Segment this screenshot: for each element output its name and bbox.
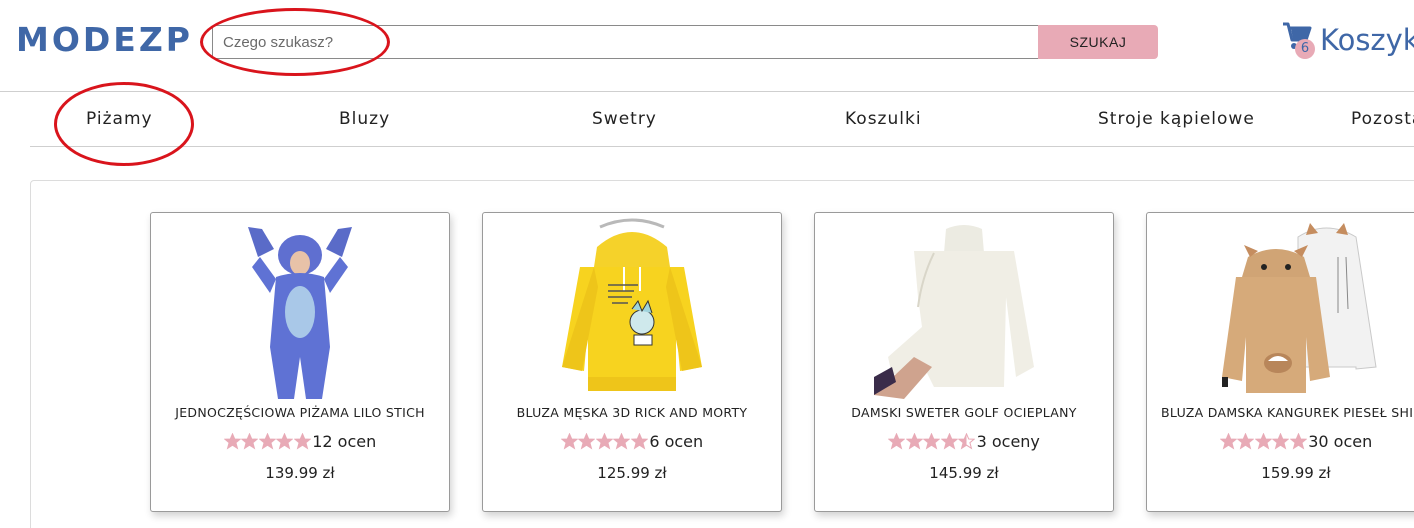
rating-stars	[888, 433, 976, 450]
product-name[interactable]: BLUZA MĘSKA 3D RICK AND MORTY	[483, 405, 781, 420]
shiba-hoodie-image	[1206, 217, 1386, 399]
star-icon	[1272, 433, 1290, 450]
product-price: 139.99 zł	[265, 464, 335, 482]
product-card[interactable]: BLUZA DAMSKA KANGUREK PIESEŁ SHIBA 30 oc…	[1146, 212, 1414, 512]
product-rating: 12 ocen	[151, 432, 449, 451]
site-logo[interactable]: MODEZP	[16, 20, 193, 59]
cart-button[interactable]: 6 Koszyk	[1282, 20, 1414, 60]
nav-item-pizamy[interactable]: Piżamy	[86, 109, 153, 129]
product-rating: 3 oceny	[815, 432, 1113, 451]
star-icon	[940, 433, 958, 450]
star-icon	[905, 433, 923, 450]
nav-item-koszulki[interactable]: Koszulki	[845, 109, 922, 129]
rating-stars	[1219, 433, 1308, 450]
search-button[interactable]: SZUKAJ	[1038, 25, 1158, 59]
product-card[interactable]: BLUZA MĘSKA 3D RICK AND MORTY 6 ocen 125…	[482, 212, 782, 512]
star-icon	[1219, 433, 1237, 450]
star-icon	[578, 433, 596, 450]
rating-count: 12 ocen	[312, 432, 377, 451]
product-card[interactable]: JEDNOCZĘŚCIOWA PIŻAMA LILO STICH 12 ocen…	[150, 212, 450, 512]
rating-count: 6 ocen	[649, 432, 704, 451]
star-icon	[630, 433, 648, 450]
rating-count: 3 oceny	[976, 432, 1040, 451]
star-icon	[1289, 433, 1307, 450]
product-name[interactable]: DAMSKI SWETER GOLF OCIEPLANY	[815, 405, 1113, 420]
star-icon	[258, 433, 276, 450]
white-turtleneck-image	[874, 217, 1054, 399]
rating-stars	[560, 433, 649, 450]
nav-item-stroje-kapielowe[interactable]: Stroje kąpielowe	[1098, 109, 1255, 129]
cart-icon: 6	[1282, 20, 1316, 60]
star-icon	[293, 433, 311, 450]
product-card[interactable]: DAMSKI SWETER GOLF OCIEPLANY 3 oceny 145…	[814, 212, 1114, 512]
star-icon	[241, 433, 259, 450]
cart-count-badge: 6	[1295, 39, 1315, 59]
star-icon	[1237, 433, 1255, 450]
nav-item-pozostale[interactable]: Pozostałe	[1351, 109, 1414, 129]
star-icon	[595, 433, 613, 450]
stitch-onesie-image	[210, 217, 390, 399]
rating-stars	[223, 433, 312, 450]
cart-label: Koszyk	[1320, 23, 1414, 57]
product-price: 125.99 zł	[597, 464, 667, 482]
yellow-hoodie-image	[542, 217, 722, 399]
star-icon	[613, 433, 631, 450]
product-price: 145.99 zł	[929, 464, 999, 482]
product-name[interactable]: JEDNOCZĘŚCIOWA PIŻAMA LILO STICH	[151, 405, 449, 420]
star-icon	[923, 433, 941, 450]
star-icon	[560, 433, 578, 450]
product-rating: 6 ocen	[483, 432, 781, 451]
search-bar: SZUKAJ	[212, 25, 1158, 59]
product-name[interactable]: BLUZA DAMSKA KANGUREK PIESEŁ SHIBA	[1147, 405, 1414, 420]
star-icon	[958, 433, 976, 450]
rating-count: 30 ocen	[1308, 432, 1373, 451]
star-icon	[888, 433, 906, 450]
star-icon	[1254, 433, 1272, 450]
category-nav: Piżamy Bluzy Swetry Koszulki Stroje kąpi…	[30, 92, 1414, 147]
search-input[interactable]	[212, 25, 1038, 59]
star-icon	[223, 433, 241, 450]
nav-item-bluzy[interactable]: Bluzy	[339, 109, 390, 129]
product-price: 159.99 zł	[1261, 464, 1331, 482]
star-icon	[276, 433, 294, 450]
nav-item-swetry[interactable]: Swetry	[592, 109, 657, 129]
product-rating: 30 ocen	[1147, 432, 1414, 451]
